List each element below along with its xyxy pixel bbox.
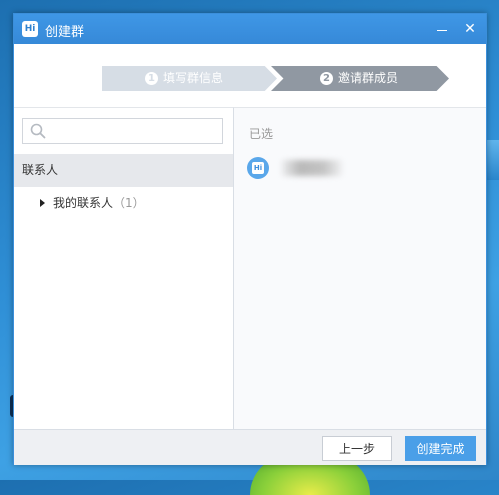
avatar: Hi — [247, 157, 269, 179]
step-invite-members: 2 邀请群成员 — [271, 66, 449, 91]
step-label: 填写群信息 — [163, 71, 224, 85]
app-logo-icon: Hi — [22, 21, 38, 37]
window-title: 创建群 — [45, 25, 85, 40]
caret-right-icon[interactable] — [40, 199, 45, 207]
group-name: 我的联系人 — [53, 196, 114, 210]
member-name-redacted — [282, 160, 342, 176]
previous-step-button[interactable]: 上一步 — [322, 436, 392, 461]
minimize-button[interactable] — [432, 19, 452, 39]
desktop-wallpaper-edge — [487, 140, 499, 180]
step-indicator: 1 填写群信息 2 邀请群成员 — [14, 44, 486, 107]
avatar-logo-icon: Hi — [252, 162, 264, 174]
contacts-panel: 联系人 我的联系人（1） — [14, 107, 234, 430]
contact-group-row[interactable]: 我的联系人（1） — [14, 192, 233, 214]
section-label: 联系人 — [22, 163, 59, 177]
step-number: 1 — [145, 72, 158, 85]
contact-group-label: 我的联系人（1） — [53, 192, 145, 214]
search-box[interactable] — [22, 118, 223, 144]
selected-member[interactable]: Hi — [247, 155, 467, 183]
contacts-section-header[interactable]: 联系人 — [14, 154, 233, 187]
group-count: （1） — [113, 196, 145, 210]
step-label: 邀请群成员 — [338, 71, 399, 85]
step-fill-group-info: 1 填写群信息 — [102, 66, 277, 91]
search-input[interactable] — [51, 122, 215, 142]
title-bar[interactable]: Hi 创建群 ✕ — [14, 14, 486, 44]
step-number: 2 — [320, 72, 333, 85]
dialog-footer: 上一步 创建完成 — [14, 429, 486, 465]
selected-heading: 已选 — [249, 127, 274, 141]
create-complete-button[interactable]: 创建完成 — [405, 436, 476, 461]
close-button[interactable]: ✕ — [460, 19, 480, 39]
selected-panel: 已选 Hi — [234, 107, 486, 430]
create-group-dialog: Hi 创建群 ✕ 1 填写群信息 2 邀请群成员 联系人 我的联系人（1） 已选… — [13, 13, 487, 465]
search-icon — [30, 123, 46, 139]
